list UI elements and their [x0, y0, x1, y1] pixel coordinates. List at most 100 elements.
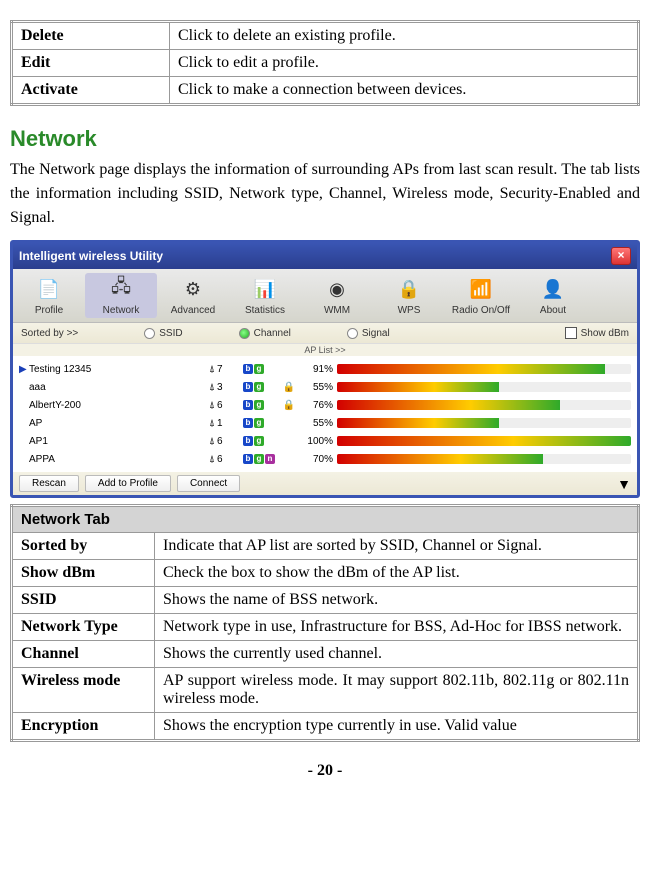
tab-radio[interactable]: 📶 Radio On/Off — [445, 273, 517, 318]
signal-bar — [337, 436, 631, 446]
table-row: ChannelShows the currently used channel. — [12, 641, 639, 668]
radio-icon — [239, 328, 250, 339]
ap-row[interactable]: AP⍋1bg55% — [19, 414, 631, 432]
tab-label: Network — [85, 305, 157, 316]
statistics-icon: 📊 — [229, 275, 301, 303]
signal-bar — [337, 400, 631, 410]
tab-label: WPS — [373, 305, 445, 316]
tab-statistics[interactable]: 📊 Statistics — [229, 273, 301, 318]
table-row: Network TypeNetwork type in use, Infrast… — [12, 614, 639, 641]
ap-modes: bg — [243, 436, 279, 446]
rescan-button[interactable]: Rescan — [19, 475, 79, 492]
sort-signal[interactable]: Signal — [347, 328, 390, 339]
toolbar: 📄 Profile 🖧 Network ⚙ Advanced 📊 Statist… — [13, 269, 637, 323]
expand-down-icon[interactable]: ▼ — [617, 476, 631, 492]
page-number: - 20 - — [10, 762, 640, 780]
ap-signal-percent: 100% — [299, 436, 337, 447]
ap-ssid: AP — [29, 418, 209, 429]
app-title: Intelligent wireless Utility — [19, 249, 163, 263]
tab-label: Profile — [13, 305, 85, 316]
sort-channel[interactable]: Channel — [239, 328, 291, 339]
ap-list: ▶Testing 12345⍋7bg91%aaa⍋3bg🔒55%AlbertY-… — [13, 356, 637, 472]
ap-signal-percent: 70% — [299, 454, 337, 465]
ap-row[interactable]: AP1⍋6bg100% — [19, 432, 631, 450]
key-wirelessmode: Wireless mode — [12, 668, 155, 713]
sort-ssid[interactable]: SSID — [144, 328, 182, 339]
mode-g-icon: g — [254, 454, 264, 464]
ap-signal-percent: 91% — [299, 364, 337, 375]
titlebar: Intelligent wireless Utility × — [13, 243, 637, 269]
key-channel: Channel — [12, 641, 155, 668]
tab-advanced[interactable]: ⚙ Advanced — [157, 273, 229, 318]
ap-row[interactable]: APPA⍋6bgn70% — [19, 450, 631, 468]
add-to-profile-button[interactable]: Add to Profile — [85, 475, 171, 492]
table-row: Delete Click to delete an existing profi… — [12, 22, 639, 50]
antenna-icon: ⍋ — [209, 364, 215, 375]
sortby-label: Sorted by >> — [21, 328, 78, 339]
tab-label: Advanced — [157, 305, 229, 316]
desc-sortedby: Indicate that AP list are sorted by SSID… — [155, 533, 639, 560]
radio-icon: 📶 — [445, 275, 517, 303]
ap-channel: ⍋3 — [209, 382, 243, 393]
signal-bar-fill — [337, 382, 499, 392]
radio-icon — [144, 328, 155, 339]
mode-b-icon: b — [243, 364, 253, 374]
ap-row[interactable]: ▶Testing 12345⍋7bg91% — [19, 360, 631, 378]
definition-table-top: Delete Click to delete an existing profi… — [10, 20, 640, 106]
desc-edit: Click to edit a profile. — [170, 50, 639, 77]
signal-bar-fill — [337, 454, 543, 464]
tab-label: Radio On/Off — [445, 305, 517, 316]
mode-n-icon: n — [265, 454, 275, 464]
antenna-icon: ⍋ — [209, 436, 215, 447]
signal-bar-fill — [337, 364, 605, 374]
connect-button[interactable]: Connect — [177, 475, 240, 492]
section-heading-network: Network — [10, 126, 640, 152]
desc-activate: Click to make a connection between devic… — [170, 77, 639, 105]
selection-indicator-icon: ▶ — [19, 364, 29, 375]
mode-b-icon: b — [243, 400, 253, 410]
table-row: Activate Click to make a connection betw… — [12, 77, 639, 105]
tab-wps[interactable]: 🔒 WPS — [373, 273, 445, 318]
mode-g-icon: g — [254, 400, 264, 410]
ap-ssid: Testing 12345 — [29, 364, 209, 375]
antenna-icon: ⍋ — [209, 382, 215, 393]
ap-modes: bg — [243, 382, 279, 392]
ap-channel: ⍋6 — [209, 454, 243, 465]
key-networktype: Network Type — [12, 614, 155, 641]
ap-row[interactable]: AlbertY-200⍋6bg🔒76% — [19, 396, 631, 414]
ap-modes: bg — [243, 418, 279, 428]
table-row: Wireless modeAP support wireless mode. I… — [12, 668, 639, 713]
ap-ssid: AP1 — [29, 436, 209, 447]
network-tab-table: Network Tab Sorted byIndicate that AP li… — [10, 504, 640, 742]
tab-network[interactable]: 🖧 Network — [85, 273, 157, 318]
ap-ssid: AlbertY-200 — [29, 400, 209, 411]
key-edit: Edit — [12, 50, 170, 77]
bottombar: Rescan Add to Profile Connect ▼ — [13, 472, 637, 495]
tab-about[interactable]: 👤 About — [517, 273, 589, 318]
network-tab-header: Network Tab — [12, 506, 639, 533]
mode-b-icon: b — [243, 436, 253, 446]
key-sortedby: Sorted by — [12, 533, 155, 560]
ap-channel: ⍋7 — [209, 364, 243, 375]
desc-wirelessmode: AP support wireless mode. It may support… — [155, 668, 639, 713]
profile-icon: 📄 — [13, 275, 85, 303]
show-dbm-checkbox[interactable]: Show dBm — [565, 327, 629, 339]
close-icon[interactable]: × — [611, 247, 631, 265]
sortbar: Sorted by >> SSID Channel Signal Show dB… — [13, 323, 637, 343]
tab-profile[interactable]: 📄 Profile — [13, 273, 85, 318]
ap-row[interactable]: aaa⍋3bg🔒55% — [19, 378, 631, 396]
table-row: SSIDShows the name of BSS network. — [12, 587, 639, 614]
ap-channel: ⍋6 — [209, 400, 243, 411]
key-activate: Activate — [12, 77, 170, 105]
about-icon: 👤 — [517, 275, 589, 303]
wmm-icon: ◉ — [301, 275, 373, 303]
antenna-icon: ⍋ — [209, 418, 215, 429]
table-row: EncryptionShows the encryption type curr… — [12, 713, 639, 741]
mode-g-icon: g — [254, 436, 264, 446]
tab-wmm[interactable]: ◉ WMM — [301, 273, 373, 318]
key-encryption: Encryption — [12, 713, 155, 741]
signal-bar-fill — [337, 436, 631, 446]
table-row: Sorted byIndicate that AP list are sorte… — [12, 533, 639, 560]
signal-bar — [337, 364, 631, 374]
lock-icon: 🔒 — [279, 400, 299, 411]
